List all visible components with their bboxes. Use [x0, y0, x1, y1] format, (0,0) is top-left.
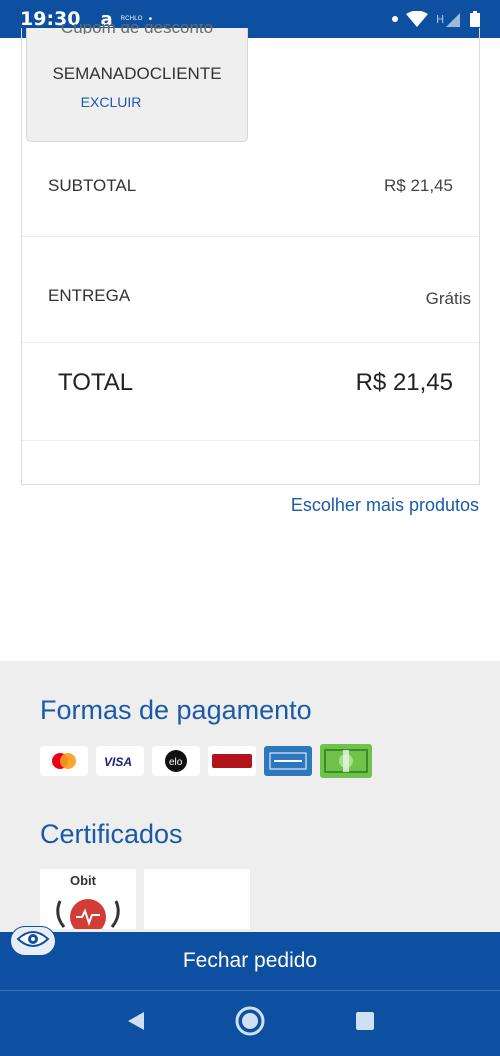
mastercard-icon	[40, 746, 88, 776]
app-notification-label: RCHLO	[120, 16, 143, 22]
wifi-icon	[406, 11, 428, 27]
payment-methods-list: VISA elo	[40, 744, 372, 778]
obit-certificate-badge: Obit	[40, 869, 136, 929]
checkout-label: Fechar pedido	[182, 949, 318, 972]
eye-icon	[16, 929, 50, 954]
subtotal-value: R$ 21,45	[384, 176, 453, 195]
choose-more-products-link[interactable]: Escolher mais produtos	[291, 495, 479, 516]
dot-icon	[392, 16, 398, 22]
battery-icon	[470, 11, 480, 27]
subtotal-label: SUBTOTAL	[48, 176, 137, 195]
divider	[22, 236, 479, 237]
delivery-label: ENTREGA	[48, 286, 131, 305]
accessibility-eye-button[interactable]	[10, 926, 56, 956]
android-navigation-bar	[0, 990, 500, 1056]
recents-icon[interactable]	[354, 1010, 376, 1037]
status-icons: H	[392, 11, 480, 27]
delivery-value: Grátis	[425, 289, 471, 308]
certificate-badge	[144, 869, 250, 929]
boleto-icon	[320, 744, 372, 778]
coupon-card: Cupom de desconto SEMANADOCLIENTE EXCLUI…	[26, 24, 248, 142]
hipercard-icon	[208, 746, 256, 776]
visa-icon: VISA	[96, 746, 144, 776]
payment-methods-title: Formas de pagamento	[40, 695, 312, 725]
divider	[22, 342, 479, 343]
certificates-title: Certificados	[40, 819, 183, 849]
remove-coupon-button[interactable]: EXCLUIR	[1, 94, 221, 110]
total-value: R$ 21,45	[355, 369, 453, 396]
signal-icon: H	[436, 11, 462, 27]
coupon-code: SEMANADOCLIENTE	[52, 64, 222, 83]
total-label: TOTAL	[58, 369, 134, 396]
elo-icon: elo	[152, 746, 200, 776]
svg-text:H: H	[436, 13, 444, 26]
notification-dot: •	[148, 13, 153, 25]
svg-text:VISA: VISA	[104, 755, 132, 768]
cart-summary-box: Cupom de desconto SEMANADOCLIENTE EXCLUI…	[21, 24, 480, 485]
checkout-button[interactable]: Fechar pedido	[0, 932, 500, 990]
home-icon[interactable]	[234, 1005, 266, 1042]
divider	[22, 440, 479, 441]
svg-text:elo: elo	[169, 757, 183, 768]
coupon-heading: Cupom de desconto	[60, 24, 214, 34]
delivery-row: ENTREGA Grátis	[22, 283, 479, 309]
subtotal-row: SUBTOTAL R$ 21,45	[22, 176, 479, 196]
total-row: TOTAL R$ 21,45	[22, 369, 479, 397]
american-express-icon	[264, 746, 312, 776]
certificates-list: Obit	[40, 869, 250, 929]
back-icon[interactable]	[124, 1010, 146, 1037]
